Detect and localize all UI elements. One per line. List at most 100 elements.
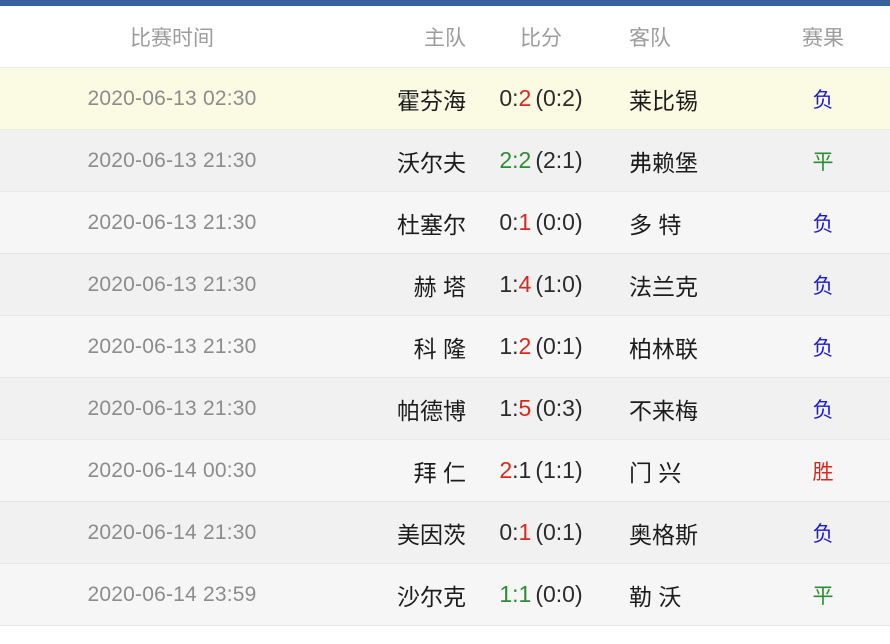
score-part-a: 1:: [499, 271, 519, 297]
fulltime-score: 2:2: [499, 147, 531, 173]
table-body: 2020-06-13 02:30 霍芬海 0:2 (0:2) 莱比锡负 2020-06-1…: [0, 67, 890, 626]
home-team-name[interactable]: 杜塞尔: [366, 191, 466, 254]
home-team-name[interactable]: 沃尔夫: [366, 129, 466, 192]
match-result-badge: 负: [766, 253, 890, 316]
match-score: 1:4 (1:0): [466, 253, 616, 316]
score-part-b: 2: [518, 147, 532, 173]
home-team-name[interactable]: 美因茨: [366, 501, 466, 564]
score-part-a: 0:: [499, 85, 519, 111]
match-result-badge: 负: [766, 377, 890, 440]
match-score: 2:2 (2:1): [466, 129, 616, 192]
table-row[interactable]: 2020-06-14 00:30 拜 仁 2:1 (1:1) 门 兴胜: [0, 439, 890, 502]
match-result-badge: 胜: [766, 439, 890, 502]
match-score: 2:1 (1:1): [466, 439, 616, 502]
home-team-name[interactable]: 沙尔克: [366, 563, 466, 626]
match-time: 2020-06-13 21:30: [0, 191, 366, 254]
score-part-b: 2: [518, 333, 532, 359]
home-team-name[interactable]: 霍芬海: [366, 67, 466, 130]
score-part-b: :1: [512, 457, 532, 483]
halftime-score: (0:0): [535, 209, 583, 235]
score-part-a: 1:: [499, 333, 519, 359]
away-team-name[interactable]: 弗赖堡: [616, 129, 766, 192]
away-team-name[interactable]: 门 兴: [616, 439, 766, 502]
table-row[interactable]: 2020-06-14 23:59 沙尔克 1:1 (0:0) 勒 沃平: [0, 563, 890, 626]
column-header-away: 客队: [616, 6, 766, 68]
match-score: 1:1 (0:0): [466, 563, 616, 626]
table-row[interactable]: 2020-06-13 21:30 沃尔夫 2:2 (2:1) 弗赖堡平: [0, 129, 890, 192]
halftime-score: (0:1): [535, 519, 583, 545]
table-row[interactable]: 2020-06-13 02:30 霍芬海 0:2 (0:2) 莱比锡负: [0, 67, 890, 130]
match-result-badge: 负: [766, 191, 890, 254]
match-result-badge: 负: [766, 501, 890, 564]
fulltime-score: 1:1: [499, 581, 531, 607]
column-header-score: 比分: [466, 6, 616, 68]
halftime-score: (0:0): [535, 581, 583, 607]
table-row[interactable]: 2020-06-13 21:30 杜塞尔 0:1 (0:0) 多 特负: [0, 191, 890, 254]
score-part-b: 4: [518, 271, 532, 297]
match-time: 2020-06-14 21:30: [0, 501, 366, 564]
away-team-name[interactable]: 柏林联: [616, 315, 766, 378]
match-time: 2020-06-13 21:30: [0, 129, 366, 192]
match-result-badge: 负: [766, 315, 890, 378]
home-team-name[interactable]: 科 隆: [366, 315, 466, 378]
away-team-name[interactable]: 多 特: [616, 191, 766, 254]
header-row: 比赛时间 主队 比分 客队 赛果: [0, 6, 890, 68]
score-part-b: 2: [518, 85, 532, 111]
match-time: 2020-06-13 21:30: [0, 377, 366, 440]
halftime-score: (1:0): [535, 271, 583, 297]
match-score: 1:2 (0:1): [466, 315, 616, 378]
match-time: 2020-06-13 02:30: [0, 67, 366, 130]
fulltime-score: 1:4: [499, 271, 531, 297]
score-part-a: 2: [499, 457, 513, 483]
home-team-name[interactable]: 帕德博: [366, 377, 466, 440]
away-team-name[interactable]: 莱比锡: [616, 67, 766, 130]
table-row[interactable]: 2020-06-14 21:30 美因茨 0:1 (0:1) 奥格斯负: [0, 501, 890, 564]
halftime-score: (2:1): [535, 147, 583, 173]
score-part-a: 0:: [499, 519, 519, 545]
fulltime-score: 0:2: [499, 85, 531, 111]
halftime-score: (0:3): [535, 395, 583, 421]
score-part-b: 1: [518, 519, 532, 545]
match-time: 2020-06-13 21:30: [0, 315, 366, 378]
table-row[interactable]: 2020-06-13 21:30 科 隆 1:2 (0:1) 柏林联负: [0, 315, 890, 378]
away-team-name[interactable]: 奥格斯: [616, 501, 766, 564]
table-header: 比赛时间 主队 比分 客队 赛果: [0, 6, 890, 68]
fulltime-score: 0:1: [499, 209, 531, 235]
match-time: 2020-06-13 21:30: [0, 253, 366, 316]
score-part-b: 1: [518, 209, 532, 235]
halftime-score: (0:1): [535, 333, 583, 359]
score-part-a: 0:: [499, 209, 519, 235]
halftime-score: (0:2): [535, 85, 583, 111]
home-team-name[interactable]: 拜 仁: [366, 439, 466, 502]
fulltime-score: 2:1: [499, 457, 531, 483]
match-score: 1:5 (0:3): [466, 377, 616, 440]
column-header-time: 比赛时间: [0, 6, 366, 68]
match-result-badge: 平: [766, 129, 890, 192]
match-result-badge: 平: [766, 563, 890, 626]
fulltime-score: 1:5: [499, 395, 531, 421]
fulltime-score: 0:1: [499, 519, 531, 545]
halftime-score: (1:1): [535, 457, 583, 483]
table-row[interactable]: 2020-06-13 21:30 赫 塔 1:4 (1:0) 法兰克负: [0, 253, 890, 316]
score-part-b: 1: [518, 581, 532, 607]
score-part-b: 5: [518, 395, 532, 421]
match-time: 2020-06-14 23:59: [0, 563, 366, 626]
away-team-name[interactable]: 不来梅: [616, 377, 766, 440]
home-team-name[interactable]: 赫 塔: [366, 253, 466, 316]
table-row[interactable]: 2020-06-13 21:30 帕德博 1:5 (0:3) 不来梅负: [0, 377, 890, 440]
match-results-page: 比赛时间 主队 比分 客队 赛果 2020-06-13 02:30 霍芬海 0:2(…: [0, 0, 890, 644]
match-score: 0:1 (0:0): [466, 191, 616, 254]
match-score: 0:2 (0:2): [466, 67, 616, 130]
match-score: 0:1 (0:1): [466, 501, 616, 564]
column-header-result: 赛果: [766, 6, 890, 68]
score-part-a: 1:: [499, 395, 519, 421]
score-part-a: 2:: [499, 147, 519, 173]
match-time: 2020-06-14 00:30: [0, 439, 366, 502]
away-team-name[interactable]: 法兰克: [616, 253, 766, 316]
away-team-name[interactable]: 勒 沃: [616, 563, 766, 626]
score-part-a: 1:: [499, 581, 519, 607]
fulltime-score: 1:2: [499, 333, 531, 359]
column-header-home: 主队: [366, 6, 466, 68]
match-results-table: 比赛时间 主队 比分 客队 赛果 2020-06-13 02:30 霍芬海 0:2(…: [0, 6, 890, 626]
match-result-badge: 负: [766, 67, 890, 130]
